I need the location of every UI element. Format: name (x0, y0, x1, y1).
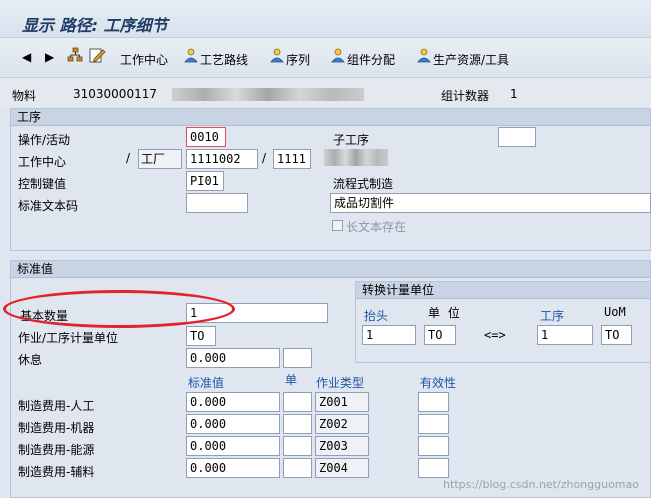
conv-header-value[interactable]: 1 (362, 325, 416, 345)
conv-operation-value[interactable]: 1 (537, 325, 593, 345)
slash-separator: / (126, 151, 131, 165)
conversion-box: 转换计量单位 (355, 281, 651, 363)
unit-label: 作业/工序计量单位 (18, 331, 119, 345)
col-unit: 单 (285, 373, 298, 387)
conv-operation-label: 工序 (540, 309, 565, 323)
material-label: 物料 (12, 89, 37, 103)
cost-row-activity-type: Z003 (315, 436, 369, 456)
cost-row-unit[interactable] (283, 436, 312, 456)
work-center-label: 工作中心 (18, 155, 67, 169)
col-std-value: 标准值 (188, 376, 225, 390)
redacted-description (172, 88, 364, 101)
cost-row-unit[interactable] (283, 392, 312, 412)
component-person-icon (331, 48, 345, 63)
long-text-checkbox (332, 220, 343, 231)
operation-section-title: 工序 (11, 109, 650, 126)
flow-mfg-label: 流程式制造 (333, 177, 394, 191)
sequence-button[interactable]: 序列 (286, 51, 310, 68)
activity-label: 操作/活动 (18, 133, 71, 147)
conversion-title: 转换计量单位 (356, 282, 650, 299)
window-title: 显示 路径: 工序细节 (22, 16, 168, 35)
cost-row-label: 制造费用-人工 (18, 399, 95, 413)
conv-arrow: <=> (484, 328, 506, 342)
sub-operation-label: 子工序 (333, 133, 370, 147)
cost-row-valid[interactable] (418, 414, 449, 434)
edit-icon[interactable] (88, 46, 106, 64)
prt-button[interactable]: 生产资源/工具 (433, 51, 509, 68)
standard-section-title: 标准值 (11, 261, 650, 278)
component-allocation-button[interactable]: 组件分配 (347, 51, 395, 68)
conv-unit-label: 单 位 (428, 306, 462, 320)
conv-header-unit[interactable]: TO (424, 325, 456, 345)
highlight-ellipse (3, 290, 235, 328)
cost-row-label: 制造费用-能源 (18, 443, 95, 457)
work-center-field[interactable]: 1111002 (186, 149, 258, 169)
cost-row-value[interactable]: 0.000 (186, 436, 280, 456)
long-text-label: 长文本存在 (346, 220, 407, 234)
plant-label: 工厂 (138, 149, 182, 169)
watermark-text: https://blog.csdn.net/zhongguomao (443, 478, 639, 491)
cost-row-valid[interactable] (418, 436, 449, 456)
cost-row-valid[interactable] (418, 458, 449, 478)
prt-person-icon (417, 48, 431, 63)
description-field[interactable]: 成品切割件 (330, 193, 651, 213)
break-unit-field[interactable] (283, 348, 312, 368)
routing-button[interactable]: 工艺路线 (200, 51, 248, 68)
cost-row-label: 制造费用-辅料 (18, 465, 95, 479)
cost-row-activity-type: Z002 (315, 414, 369, 434)
material-value: 31030000117 (73, 87, 157, 101)
group-counter-label: 组计数器 (441, 89, 490, 103)
col-valid: 有效性 (420, 376, 457, 390)
unit-field[interactable]: TO (186, 326, 216, 346)
operation-panel: 工序 (10, 108, 651, 251)
work-center-button[interactable]: 工作中心 (120, 51, 168, 68)
cost-row-valid[interactable] (418, 392, 449, 412)
redacted-work-center-text (324, 149, 388, 166)
break-label: 休息 (18, 353, 43, 367)
slash-separator-2: / (262, 151, 267, 165)
cost-row-value[interactable]: 0.000 (186, 414, 280, 434)
control-key-field[interactable]: PI01 (186, 171, 224, 191)
conv-header-label: 抬头 (364, 309, 389, 323)
conv-uom-label: UoM (604, 305, 626, 319)
sub-operation-field[interactable] (498, 127, 536, 147)
plant-field[interactable]: 1111 (273, 149, 311, 169)
std-text-label: 标准文本码 (18, 199, 79, 213)
cost-row-value[interactable]: 0.000 (186, 392, 280, 412)
activity-field[interactable]: 0010 (186, 127, 226, 147)
routing-person-icon (184, 48, 198, 63)
conv-operation-unit[interactable]: TO (601, 325, 632, 345)
next-arrow-icon[interactable]: ▶ (45, 50, 54, 64)
control-key-label: 控制键值 (18, 177, 67, 191)
break-field[interactable]: 0.000 (186, 348, 280, 368)
cost-row-activity-type: Z001 (315, 392, 369, 412)
cost-row-value[interactable]: 0.000 (186, 458, 280, 478)
col-activity-type: 作业类型 (316, 376, 365, 390)
hierarchy-icon[interactable] (66, 46, 84, 64)
std-text-field[interactable] (186, 193, 248, 213)
cost-row-unit[interactable] (283, 414, 312, 434)
cost-row-label: 制造费用-机器 (18, 421, 95, 435)
cost-row-unit[interactable] (283, 458, 312, 478)
sequence-person-icon (270, 48, 284, 63)
group-counter-value: 1 (510, 87, 518, 101)
previous-arrow-icon[interactable]: ◀ (22, 50, 31, 64)
cost-row-activity-type: Z004 (315, 458, 369, 478)
